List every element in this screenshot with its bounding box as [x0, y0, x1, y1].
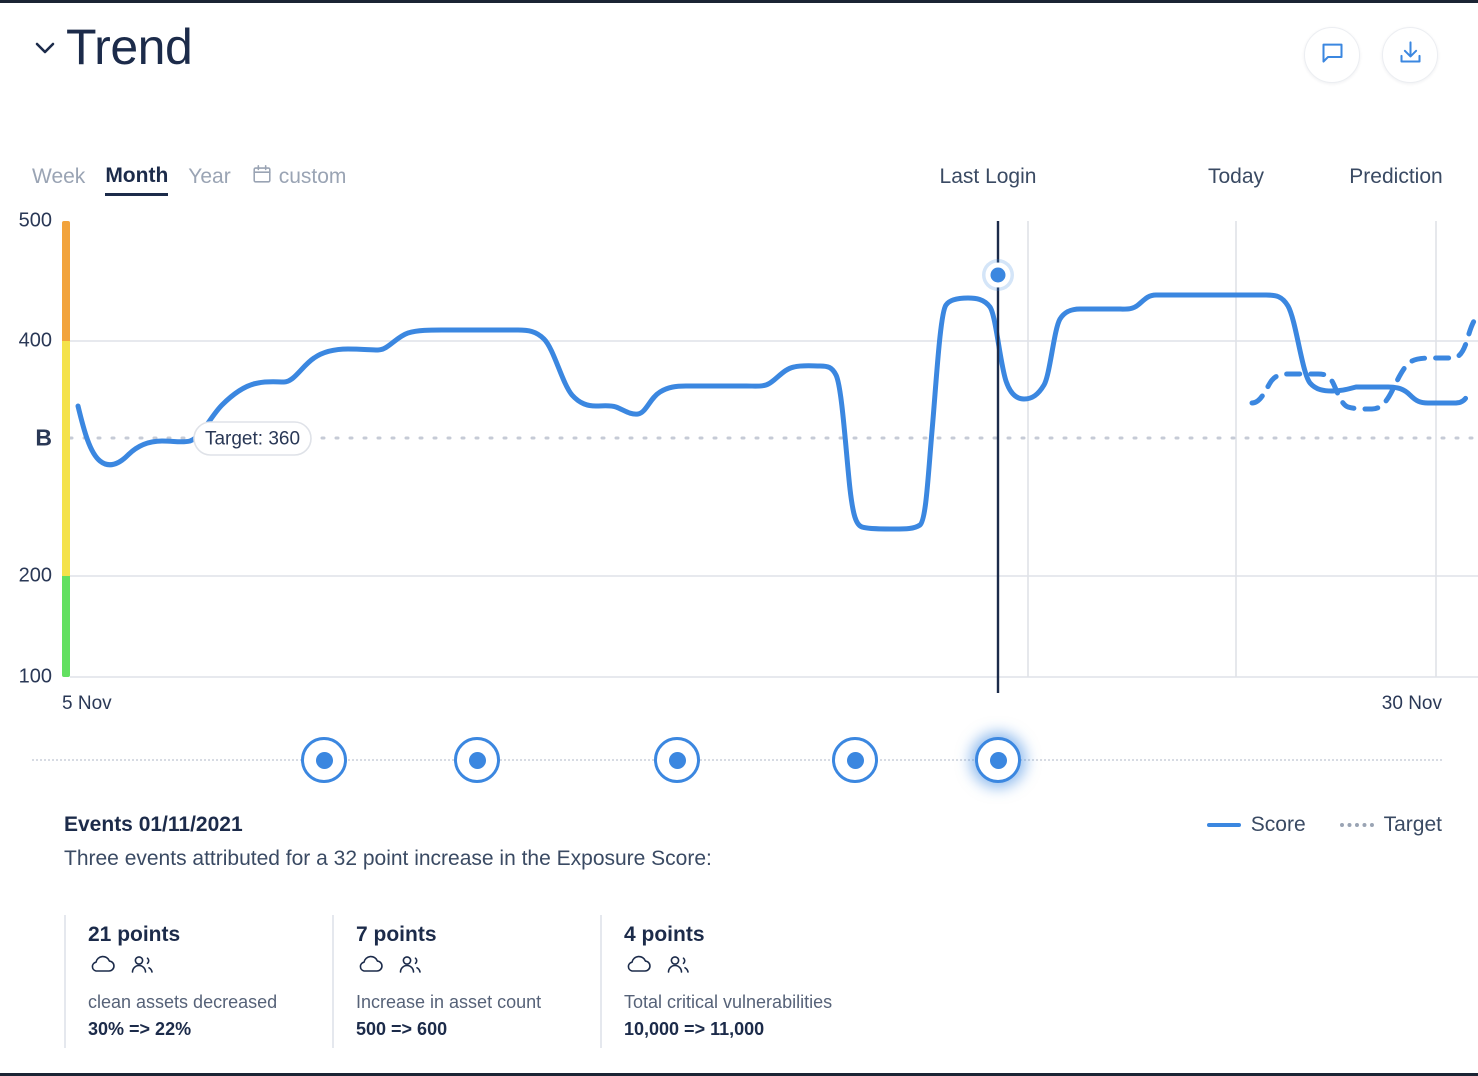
events-description: Three events attributed for a 32 point i…: [64, 847, 712, 870]
event-marker-2[interactable]: [454, 737, 500, 783]
y-tick-400: 400: [18, 329, 52, 352]
card-icons: [88, 953, 332, 982]
legend-label-score: Score: [1250, 813, 1306, 836]
card-points: 7 points: [356, 923, 437, 946]
tab-year[interactable]: Year: [188, 165, 230, 194]
selected-score-point: [990, 267, 1006, 283]
marker-label-last-login: Last Login: [939, 165, 1037, 188]
y-tick-500: 500: [18, 209, 52, 232]
cloud-icon: [356, 953, 386, 982]
x-tick-end: 30 Nov: [1381, 693, 1442, 714]
legend-swatch-score: [1206, 823, 1241, 827]
page-title: Trend: [66, 19, 193, 75]
event-card-3[interactable]: 4 points Total critical vulnerabilities …: [600, 915, 868, 1048]
chart-legend: Score Target: [1206, 813, 1442, 837]
tab-week[interactable]: Week: [32, 165, 85, 194]
event-marker-1[interactable]: [301, 737, 347, 783]
event-marker-4[interactable]: [832, 737, 878, 783]
users-icon: [128, 953, 158, 982]
card-label: Increase in asset count: [356, 992, 542, 1012]
events-title: Events 01/11/2021: [64, 813, 243, 836]
event-card-1[interactable]: 21 points clean assets decreased 30% => …: [64, 915, 332, 1048]
download-button[interactable]: [1382, 27, 1438, 83]
panel-header: Trend: [0, 3, 1478, 113]
event-marker-3[interactable]: [654, 737, 700, 783]
card-icons: [356, 953, 600, 982]
y-tick-200: 200: [18, 564, 52, 587]
events-timeline-track: [32, 759, 1442, 763]
svg-text:Target: 360: Target: 360: [205, 429, 300, 450]
card-values: 30% => 22%: [88, 1019, 192, 1039]
legend-item-target: Target: [1339, 813, 1442, 837]
target-badge: Target: 360: [193, 421, 312, 456]
cloud-icon: [624, 953, 654, 982]
marker-label-prediction: Prediction: [1349, 165, 1443, 188]
legend-swatch-target: [1339, 823, 1374, 827]
comment-button[interactable]: [1304, 27, 1360, 83]
card-label: Total critical vulnerabilities: [624, 992, 833, 1012]
band-mid: [62, 341, 70, 576]
event-cards: 21 points clean assets decreased 30% => …: [64, 915, 868, 1048]
x-tick-start: 5 Nov: [62, 693, 112, 714]
trend-panel: Trend Week Month Year custom Last Login …: [0, 0, 1478, 1076]
tab-month[interactable]: Month: [105, 164, 169, 196]
event-card-2[interactable]: 7 points Increase in asset count 500 => …: [332, 915, 600, 1048]
calendar-icon: [251, 163, 273, 191]
trend-chart: 500 400 B 200 100 Target: 360: [0, 203, 1478, 693]
band-low: [62, 576, 70, 677]
score-band-legend: [62, 221, 70, 677]
y-tick-b: B: [35, 424, 52, 451]
card-icons: [624, 953, 868, 982]
tab-custom[interactable]: custom: [251, 163, 347, 196]
legend-label-target: Target: [1383, 813, 1442, 836]
card-points: 21 points: [88, 923, 181, 946]
tab-custom-label: custom: [278, 165, 347, 188]
y-tick-100: 100: [18, 665, 52, 688]
event-marker-5-selected[interactable]: [975, 737, 1021, 783]
comment-bubble-icon: [1319, 39, 1346, 71]
chevron-down-icon[interactable]: [32, 33, 58, 63]
card-points: 4 points: [624, 923, 705, 946]
users-icon: [396, 953, 426, 982]
cloud-icon: [88, 953, 118, 982]
y-axis: 500 400 B 200 100: [0, 203, 62, 693]
band-high: [62, 221, 70, 341]
chart-plot-area[interactable]: Target: 360: [70, 203, 1478, 693]
x-axis: 5 Nov 30 Nov: [0, 693, 1478, 723]
legend-item-score: Score: [1206, 813, 1306, 837]
card-label: clean assets decreased: [88, 992, 278, 1012]
prediction-line: [1451, 386, 1473, 406]
range-tab-group: Week Month Year custom: [32, 163, 346, 196]
users-icon: [664, 953, 694, 982]
prediction-line-2: [1249, 312, 1478, 412]
score-line: [75, 292, 1457, 532]
download-icon: [1397, 39, 1424, 71]
card-values: 500 => 600: [356, 1019, 448, 1039]
marker-label-today: Today: [1207, 165, 1265, 188]
chart-svg: Target: 360: [70, 221, 1478, 693]
card-values: 10,000 => 11,000: [624, 1019, 765, 1039]
